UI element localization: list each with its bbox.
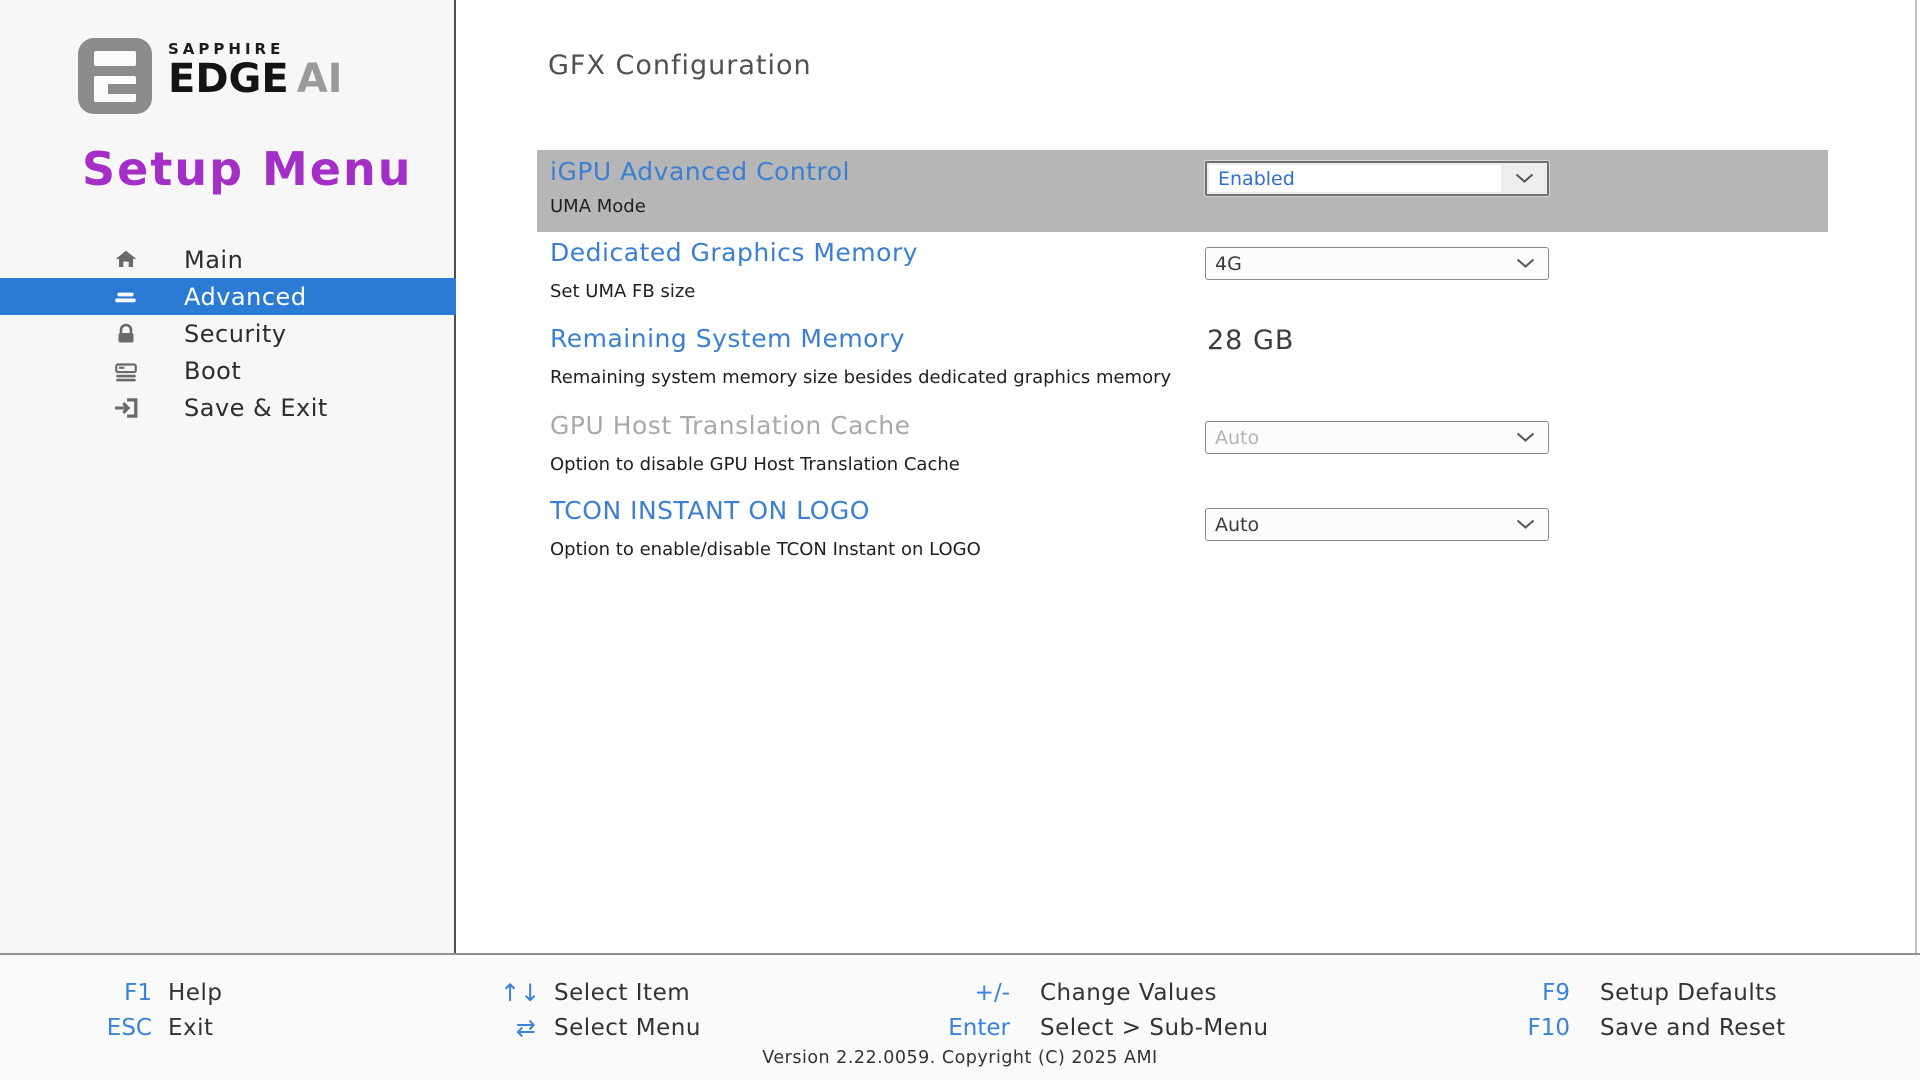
sliders-icon bbox=[112, 283, 140, 311]
sidebar-item-security[interactable]: Security bbox=[0, 315, 456, 352]
bios-setup-screen: SAPPHIRE EDGEAI Setup Menu Main Advanced bbox=[0, 0, 1920, 1080]
remaining-system-memory-value: 28 GB bbox=[1207, 325, 1294, 356]
select-value: Auto bbox=[1206, 422, 1502, 453]
logo-ai: AI bbox=[297, 56, 343, 102]
chevron-down-icon[interactable] bbox=[1502, 509, 1548, 540]
setting-desc-tcon-instant-on-logo: Option to enable/disable TCON Instant on… bbox=[550, 539, 981, 560]
hotkey-label: Select > Sub-Menu bbox=[1040, 1015, 1269, 1041]
bios-version-text: Version 2.22.0059. Copyright (C) 2025 AM… bbox=[0, 1048, 1920, 1068]
hotkey-label: Change Values bbox=[1040, 980, 1217, 1006]
sidebar-item-boot[interactable]: Boot bbox=[0, 352, 456, 389]
sidebar: SAPPHIRE EDGEAI Setup Menu Main Advanced bbox=[0, 0, 456, 953]
hotkey-exit: ESC Exit bbox=[60, 1013, 214, 1043]
hotkey-key: +/- bbox=[860, 980, 1010, 1006]
sidebar-item-label: Security bbox=[184, 320, 287, 348]
hotkey-label: Exit bbox=[168, 1015, 214, 1041]
dedicated-graphics-memory-select[interactable]: 4G bbox=[1205, 247, 1549, 280]
hotkey-select-item: ↑↓ Select Item bbox=[500, 978, 690, 1008]
setting-desc-gpu-host-translation-cache: Option to disable GPU Host Translation C… bbox=[550, 454, 960, 475]
hotkey-key: F10 bbox=[1440, 1015, 1570, 1041]
sidebar-item-advanced[interactable]: Advanced bbox=[0, 278, 456, 315]
chevron-down-icon[interactable] bbox=[1501, 163, 1547, 194]
sidebar-item-label: Main bbox=[184, 246, 243, 274]
chevron-down-icon bbox=[1502, 422, 1548, 453]
setting-label-dedicated-graphics-memory[interactable]: Dedicated Graphics Memory bbox=[550, 238, 918, 267]
hotkey-save-reset: F10 Save and Reset bbox=[1440, 1013, 1786, 1043]
chevron-down-icon[interactable] bbox=[1502, 248, 1548, 279]
sidebar-item-label: Advanced bbox=[184, 283, 307, 311]
sapphire-edge-logo: SAPPHIRE EDGEAI bbox=[78, 38, 343, 114]
setting-desc-remaining-system-memory: Remaining system memory size besides ded… bbox=[550, 367, 1171, 388]
hotkey-change-values: +/- Change Values bbox=[860, 978, 1217, 1008]
hotkey-select-menu: ⇄ Select Menu bbox=[500, 1013, 701, 1043]
hotkey-label: Select Menu bbox=[554, 1015, 701, 1041]
setting-label-tcon-instant-on-logo[interactable]: TCON INSTANT ON LOGO bbox=[550, 496, 870, 525]
select-value: Auto bbox=[1206, 509, 1502, 540]
hotkey-bar: F1 Help ESC Exit ↑↓ Select Item ⇄ Select… bbox=[0, 953, 1920, 1080]
gpu-host-translation-cache-select: Auto bbox=[1205, 421, 1549, 454]
hotkey-label: Save and Reset bbox=[1600, 1015, 1786, 1041]
sidebar-item-main[interactable]: Main bbox=[0, 241, 456, 278]
exit-icon bbox=[112, 394, 140, 422]
sidebar-item-save-exit[interactable]: Save & Exit bbox=[0, 389, 456, 426]
setup-menu-title: Setup Menu bbox=[82, 142, 412, 196]
hotkey-setup-defaults: F9 Setup Defaults bbox=[1440, 978, 1777, 1008]
logo-text: SAPPHIRE EDGEAI bbox=[168, 38, 343, 100]
sidebar-item-label: Boot bbox=[184, 357, 241, 385]
logo-name: EDGEAI bbox=[168, 58, 343, 100]
scrollbar-track[interactable] bbox=[1915, 0, 1920, 953]
hotkey-help: F1 Help bbox=[60, 978, 222, 1008]
drive-icon bbox=[112, 357, 140, 385]
igpu-advanced-control-select[interactable]: Enabled bbox=[1205, 161, 1549, 196]
tcon-instant-on-logo-select[interactable]: Auto bbox=[1205, 508, 1549, 541]
setting-desc-dedicated-graphics-memory: Set UMA FB size bbox=[550, 281, 695, 302]
sidebar-menu: Main Advanced Security Boot bbox=[0, 241, 456, 426]
setting-label-remaining-system-memory[interactable]: Remaining System Memory bbox=[550, 324, 905, 353]
setting-desc-igpu-advanced-control: UMA Mode bbox=[550, 196, 646, 217]
hotkey-label: Select Item bbox=[554, 980, 690, 1006]
sidebar-item-label: Save & Exit bbox=[184, 394, 328, 422]
up-down-arrows-icon: ↑↓ bbox=[500, 979, 536, 1007]
hotkey-key: F9 bbox=[1440, 980, 1570, 1006]
logo-edge: EDGE bbox=[168, 56, 289, 102]
lock-icon bbox=[112, 320, 140, 348]
hotkey-select-submenu: Enter Select > Sub-Menu bbox=[860, 1013, 1269, 1043]
hotkey-key: ESC bbox=[60, 1015, 152, 1041]
select-value: 4G bbox=[1206, 248, 1502, 279]
hotkey-label: Help bbox=[168, 980, 222, 1006]
hotkey-key: Enter bbox=[860, 1015, 1010, 1041]
hotkey-key: F1 bbox=[60, 980, 152, 1006]
sapphire-logo-icon bbox=[78, 38, 152, 114]
setting-label-igpu-advanced-control[interactable]: iGPU Advanced Control bbox=[550, 157, 850, 186]
left-right-arrows-icon: ⇄ bbox=[500, 1014, 536, 1042]
setting-label-gpu-host-translation-cache: GPU Host Translation Cache bbox=[550, 411, 910, 440]
hotkey-label: Setup Defaults bbox=[1600, 980, 1777, 1006]
page-title: GFX Configuration bbox=[548, 50, 812, 81]
home-icon bbox=[112, 246, 140, 274]
select-value: Enabled bbox=[1209, 165, 1501, 192]
